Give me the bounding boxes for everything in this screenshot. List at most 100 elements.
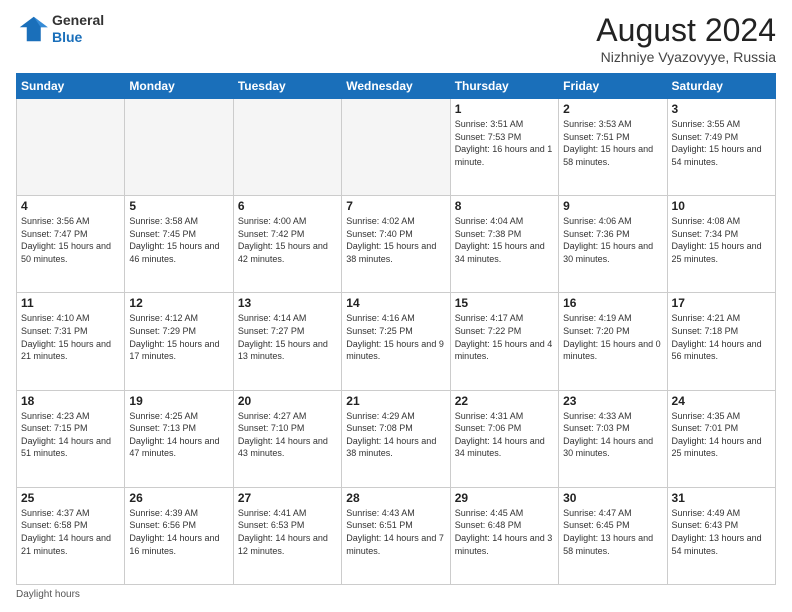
day-number: 3	[672, 102, 771, 116]
table-row: 23 Sunrise: 4:33 AM Sunset: 7:03 PM Dayli…	[559, 390, 667, 487]
day-info: Sunrise: 4:17 AM Sunset: 7:22 PM Dayligh…	[455, 312, 554, 362]
logo-general: General	[52, 12, 104, 28]
col-wednesday: Wednesday	[342, 74, 450, 99]
day-info: Sunrise: 4:19 AM Sunset: 7:20 PM Dayligh…	[563, 312, 662, 362]
day-number: 12	[129, 296, 228, 310]
day-number: 10	[672, 199, 771, 213]
day-number: 17	[672, 296, 771, 310]
day-info: Sunrise: 4:23 AM Sunset: 7:15 PM Dayligh…	[21, 410, 120, 460]
day-number: 24	[672, 394, 771, 408]
day-info: Sunrise: 4:37 AM Sunset: 6:58 PM Dayligh…	[21, 507, 120, 557]
day-number: 7	[346, 199, 445, 213]
day-number: 6	[238, 199, 337, 213]
table-row: 24 Sunrise: 4:35 AM Sunset: 7:01 PM Dayli…	[667, 390, 775, 487]
day-number: 4	[21, 199, 120, 213]
table-row: 31 Sunrise: 4:49 AM Sunset: 6:43 PM Dayli…	[667, 487, 775, 584]
table-row: 4 Sunrise: 3:56 AM Sunset: 7:47 PM Daylig…	[17, 196, 125, 293]
day-number: 21	[346, 394, 445, 408]
calendar-week-2: 4 Sunrise: 3:56 AM Sunset: 7:47 PM Daylig…	[17, 196, 776, 293]
day-info: Sunrise: 4:21 AM Sunset: 7:18 PM Dayligh…	[672, 312, 771, 362]
month-year: August 2024	[596, 12, 776, 49]
table-row: 28 Sunrise: 4:43 AM Sunset: 6:51 PM Dayli…	[342, 487, 450, 584]
day-info: Sunrise: 4:49 AM Sunset: 6:43 PM Dayligh…	[672, 507, 771, 557]
calendar-week-5: 25 Sunrise: 4:37 AM Sunset: 6:58 PM Dayli…	[17, 487, 776, 584]
day-info: Sunrise: 3:58 AM Sunset: 7:45 PM Dayligh…	[129, 215, 228, 265]
page: General Blue August 2024 Nizhniye Vyazov…	[0, 0, 792, 612]
logo: General Blue	[16, 12, 104, 46]
day-number: 25	[21, 491, 120, 505]
table-row: 22Sunrise: 4:31 AM Sunset: 7:06 PM Dayli…	[450, 390, 558, 487]
day-number: 19	[129, 394, 228, 408]
day-number: 20	[238, 394, 337, 408]
location: Nizhniye Vyazovyye, Russia	[596, 49, 776, 65]
day-number: 15	[455, 296, 554, 310]
day-number: 30	[563, 491, 662, 505]
table-row: 3 Sunrise: 3:55 AM Sunset: 7:49 PM Daylig…	[667, 99, 775, 196]
day-info: Sunrise: 3:55 AM Sunset: 7:49 PM Dayligh…	[672, 118, 771, 168]
table-row: 21 Sunrise: 4:29 AM Sunset: 7:08 PM Dayli…	[342, 390, 450, 487]
day-info: Sunrise: 4:29 AM Sunset: 7:08 PM Dayligh…	[346, 410, 445, 460]
table-row: 16Sunrise: 4:19 AM Sunset: 7:20 PM Dayli…	[559, 293, 667, 390]
day-info: Sunrise: 4:33 AM Sunset: 7:03 PM Dayligh…	[563, 410, 662, 460]
day-number: 8	[455, 199, 554, 213]
day-info: Sunrise: 4:41 AM Sunset: 6:53 PM Dayligh…	[238, 507, 337, 557]
table-row: 13Sunrise: 4:14 AM Sunset: 7:27 PM Dayli…	[233, 293, 341, 390]
day-number: 14	[346, 296, 445, 310]
col-tuesday: Tuesday	[233, 74, 341, 99]
day-info: Sunrise: 4:06 AM Sunset: 7:36 PM Dayligh…	[563, 215, 662, 265]
day-info: Sunrise: 4:39 AM Sunset: 6:56 PM Dayligh…	[129, 507, 228, 557]
day-number: 27	[238, 491, 337, 505]
daylight-label: Daylight hours	[16, 589, 80, 600]
day-info: Sunrise: 4:31 AM Sunset: 7:06 PM Dayligh…	[455, 410, 554, 460]
day-number: 31	[672, 491, 771, 505]
table-row	[342, 99, 450, 196]
table-row: 15 Sunrise: 4:17 AM Sunset: 7:22 PM Dayli…	[450, 293, 558, 390]
table-row: 20 Sunrise: 4:27 AM Sunset: 7:10 PM Dayli…	[233, 390, 341, 487]
table-row: 19 Sunrise: 4:25 AM Sunset: 7:13 PM Dayli…	[125, 390, 233, 487]
day-info: Sunrise: 3:51 AM Sunset: 7:53 PM Dayligh…	[455, 118, 554, 168]
table-row	[17, 99, 125, 196]
logo-text: General Blue	[52, 12, 104, 46]
table-row: 2Sunrise: 3:53 AM Sunset: 7:51 PM Daylig…	[559, 99, 667, 196]
day-number: 2	[563, 102, 662, 116]
table-row	[233, 99, 341, 196]
day-number: 9	[563, 199, 662, 213]
col-saturday: Saturday	[667, 74, 775, 99]
day-info: Sunrise: 3:56 AM Sunset: 7:47 PM Dayligh…	[21, 215, 120, 265]
day-number: 29	[455, 491, 554, 505]
day-info: Sunrise: 4:35 AM Sunset: 7:01 PM Dayligh…	[672, 410, 771, 460]
generalblue-logo-icon	[16, 15, 48, 43]
table-row: 5 Sunrise: 3:58 AM Sunset: 7:45 PM Daylig…	[125, 196, 233, 293]
day-info: Sunrise: 4:45 AM Sunset: 6:48 PM Dayligh…	[455, 507, 554, 557]
calendar-table: Sunday Monday Tuesday Wednesday Thursday…	[16, 73, 776, 585]
footer: Daylight hours	[16, 589, 776, 600]
calendar-header-row: Sunday Monday Tuesday Wednesday Thursday…	[17, 74, 776, 99]
day-info: Sunrise: 4:43 AM Sunset: 6:51 PM Dayligh…	[346, 507, 445, 557]
table-row: 11Sunrise: 4:10 AM Sunset: 7:31 PM Dayli…	[17, 293, 125, 390]
col-friday: Friday	[559, 74, 667, 99]
col-sunday: Sunday	[17, 74, 125, 99]
logo-blue: Blue	[52, 29, 82, 45]
table-row: 18 Sunrise: 4:23 AM Sunset: 7:15 PM Dayli…	[17, 390, 125, 487]
table-row: 26Sunrise: 4:39 AM Sunset: 6:56 PM Dayli…	[125, 487, 233, 584]
day-info: Sunrise: 4:27 AM Sunset: 7:10 PM Dayligh…	[238, 410, 337, 460]
table-row: 7 Sunrise: 4:02 AM Sunset: 7:40 PM Daylig…	[342, 196, 450, 293]
day-number: 1	[455, 102, 554, 116]
day-info: Sunrise: 4:25 AM Sunset: 7:13 PM Dayligh…	[129, 410, 228, 460]
header: General Blue August 2024 Nizhniye Vyazov…	[16, 12, 776, 65]
table-row: 8Sunrise: 4:04 AM Sunset: 7:38 PM Daylig…	[450, 196, 558, 293]
day-info: Sunrise: 4:10 AM Sunset: 7:31 PM Dayligh…	[21, 312, 120, 362]
day-info: Sunrise: 4:47 AM Sunset: 6:45 PM Dayligh…	[563, 507, 662, 557]
table-row: 9 Sunrise: 4:06 AM Sunset: 7:36 PM Daylig…	[559, 196, 667, 293]
day-number: 18	[21, 394, 120, 408]
calendar-week-1: 1 Sunrise: 3:51 AM Sunset: 7:53 PM Daylig…	[17, 99, 776, 196]
table-row: 14Sunrise: 4:16 AM Sunset: 7:25 PM Dayli…	[342, 293, 450, 390]
table-row: 17 Sunrise: 4:21 AM Sunset: 7:18 PM Dayli…	[667, 293, 775, 390]
table-row: 6Sunrise: 4:00 AM Sunset: 7:42 PM Daylig…	[233, 196, 341, 293]
calendar-week-4: 18 Sunrise: 4:23 AM Sunset: 7:15 PM Dayli…	[17, 390, 776, 487]
day-info: Sunrise: 4:02 AM Sunset: 7:40 PM Dayligh…	[346, 215, 445, 265]
day-number: 5	[129, 199, 228, 213]
day-number: 28	[346, 491, 445, 505]
day-number: 23	[563, 394, 662, 408]
table-row: 10Sunrise: 4:08 AM Sunset: 7:34 PM Dayli…	[667, 196, 775, 293]
